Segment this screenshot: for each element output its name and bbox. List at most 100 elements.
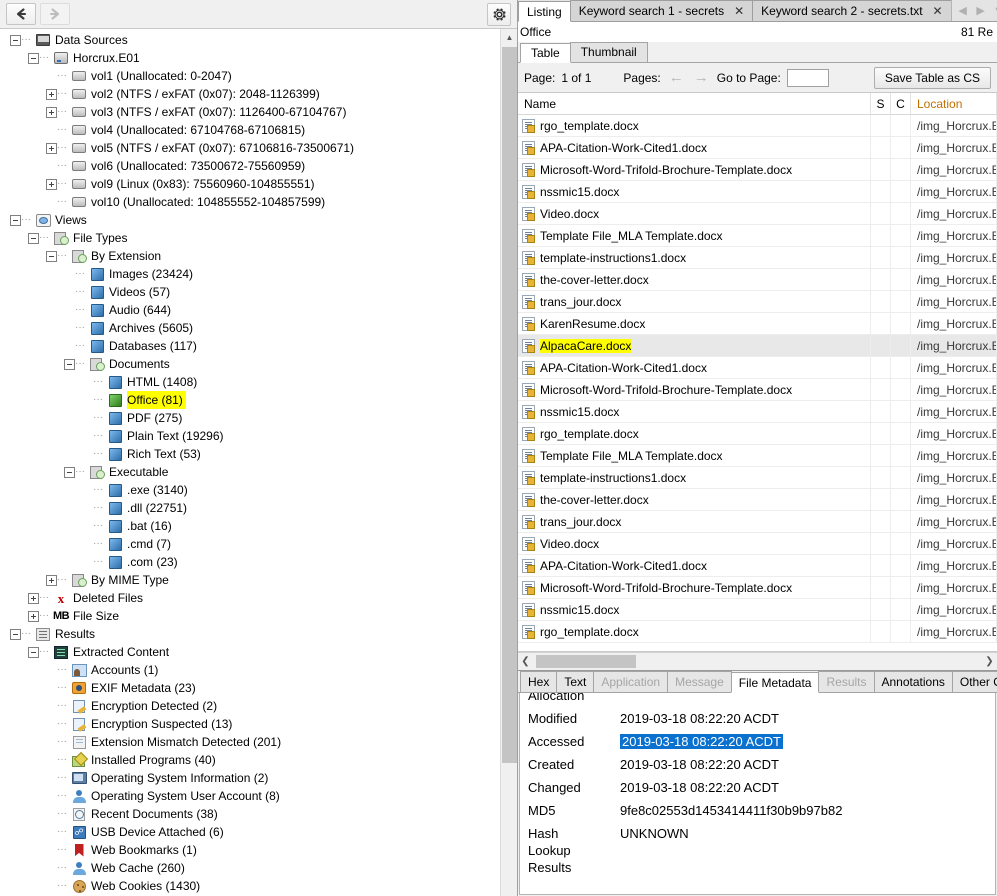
hscroll-right-arrow-icon[interactable]: ❯ — [982, 656, 997, 667]
tree-node[interactable]: ··· Office (81) — [0, 391, 500, 409]
top-tab[interactable]: Listing — [518, 1, 571, 22]
table-row[interactable]: APA-Citation-Work-Cited1.docx/img_Horcru… — [518, 555, 997, 577]
tree-node[interactable]: ··· Horcrux.E01 — [0, 49, 500, 67]
table-row[interactable]: APA-Citation-Work-Cited1.docx/img_Horcru… — [518, 137, 997, 159]
tree-node[interactable]: ··· Databases (117) — [0, 337, 500, 355]
expand-icon[interactable] — [46, 88, 57, 100]
file-table[interactable]: rgo_template.docx/img_Horcrux.E0 APA-Cita… — [518, 115, 997, 652]
scroll-up-arrow-icon[interactable]: ▲ — [501, 29, 517, 46]
tree-node[interactable]: ··· Recent Documents (38) — [0, 805, 500, 823]
tree-node[interactable]: ··· ☍ USB Device Attached (6) — [0, 823, 500, 841]
table-row[interactable]: template-instructions1.docx/img_Horcrux.… — [518, 467, 997, 489]
tree-node[interactable]: ··· Operating System Information (2) — [0, 769, 500, 787]
top-tab[interactable]: Keyword search 1 - secrets ✕ — [569, 0, 754, 21]
tree-node[interactable]: ··· x Deleted Files — [0, 589, 500, 607]
tree-node[interactable]: ··· HTML (1408) — [0, 373, 500, 391]
table-row[interactable]: the-cover-letter.docx/img_Horcrux.E0 — [518, 269, 997, 291]
tree-node[interactable]: ··· vol6 (Unallocated: 73500672-75560959) — [0, 157, 500, 175]
tree-node[interactable]: ··· .cmd (7) — [0, 535, 500, 553]
tree-node[interactable]: ··· By Extension — [0, 247, 500, 265]
table-row[interactable]: Microsoft-Word-Trifold-Brochure-Template… — [518, 379, 997, 401]
tree-node[interactable]: ··· .exe (3140) — [0, 481, 500, 499]
next-page-arrow-icon[interactable]: → — [692, 69, 711, 86]
tree-node[interactable]: ··· Executable — [0, 463, 500, 481]
column-header-c[interactable]: C — [891, 93, 911, 114]
tree-node[interactable]: ··· .bat (16) — [0, 517, 500, 535]
viewer-tab-file-metadata[interactable]: File Metadata — [730, 672, 820, 693]
prev-page-arrow-icon[interactable]: ← — [667, 69, 686, 86]
viewer-tab-other-occurrences[interactable]: Other Occurrences — [951, 671, 997, 692]
table-row[interactable]: Video.docx/img_Horcrux.E0 — [518, 533, 997, 555]
collapse-icon[interactable] — [64, 466, 75, 478]
expand-icon[interactable] — [46, 178, 57, 190]
tree-node[interactable]: ··· Accounts (1) — [0, 661, 500, 679]
tree-node[interactable]: ··· .com (23) — [0, 553, 500, 571]
hscroll-thumb[interactable] — [536, 655, 636, 668]
expand-icon[interactable] — [46, 574, 57, 586]
settings-button[interactable] — [487, 3, 511, 26]
tree-node[interactable]: ··· Web Cache (260) — [0, 859, 500, 877]
collapse-icon[interactable] — [64, 358, 75, 370]
tree-node[interactable]: ··· Views — [0, 211, 500, 229]
tree-node[interactable]: ··· Web Cookies (1430) — [0, 877, 500, 895]
table-row[interactable]: AlpacaCare.docx/img_Horcrux.E0 — [518, 335, 997, 357]
tree-node[interactable]: ··· vol10 (Unallocated: 104855552-1048575… — [0, 193, 500, 211]
tree-node[interactable]: ··· Documents — [0, 355, 500, 373]
scroll-thumb[interactable] — [502, 47, 517, 763]
collapse-icon[interactable] — [10, 34, 21, 46]
table-row[interactable]: APA-Citation-Work-Cited1.docx/img_Horcru… — [518, 357, 997, 379]
tree-node[interactable]: ··· By MIME Type — [0, 571, 500, 589]
collapse-icon[interactable] — [46, 250, 57, 262]
tab-next-arrow-icon[interactable]: ▶ — [972, 4, 990, 17]
tree-node[interactable]: ··· vol9 (Linux (0x83): 75560960-10485555… — [0, 175, 500, 193]
tree-node[interactable]: ··· Encryption Suspected (13) — [0, 715, 500, 733]
view-tab-table[interactable]: Table — [520, 43, 571, 63]
table-row[interactable]: trans_jour.docx/img_Horcrux.E0 — [518, 511, 997, 533]
table-row[interactable]: nssmic15.docx/img_Horcrux.E0 — [518, 401, 997, 423]
column-header-name[interactable]: Name — [518, 93, 871, 114]
tree-node[interactable]: ··· Installed Programs (40) — [0, 751, 500, 769]
expand-icon[interactable] — [46, 106, 57, 118]
tree-node[interactable]: ··· Rich Text (53) — [0, 445, 500, 463]
tree-node[interactable]: ··· vol5 (NTFS / exFAT (0x07): 67106816-7… — [0, 139, 500, 157]
tree-node[interactable]: ··· Archives (5605) — [0, 319, 500, 337]
table-horizontal-scrollbar[interactable]: ❮ ❯ — [518, 652, 997, 670]
table-row[interactable]: rgo_template.docx/img_Horcrux.E0 — [518, 423, 997, 445]
viewer-tab-text[interactable]: Text — [556, 671, 595, 692]
tree-node[interactable]: ··· PDF (275) — [0, 409, 500, 427]
collapse-icon[interactable] — [28, 232, 39, 244]
tree-node[interactable]: ··· Extracted Content — [0, 643, 500, 661]
collapse-icon[interactable] — [28, 52, 39, 64]
expand-icon[interactable] — [46, 142, 57, 154]
table-row[interactable]: nssmic15.docx/img_Horcrux.E0 — [518, 599, 997, 621]
tree-node[interactable]: ··· vol4 (Unallocated: 67104768-67106815) — [0, 121, 500, 139]
table-row[interactable]: Video.docx/img_Horcrux.E0 — [518, 203, 997, 225]
tree-node[interactable]: ··· File Types — [0, 229, 500, 247]
table-row[interactable]: Microsoft-Word-Trifold-Brochure-Template… — [518, 159, 997, 181]
hscroll-left-arrow-icon[interactable]: ❮ — [518, 656, 533, 667]
viewer-tab-annotations[interactable]: Annotations — [873, 671, 953, 692]
collapse-icon[interactable] — [10, 214, 21, 226]
close-icon[interactable]: ✕ — [734, 1, 744, 21]
tree-node[interactable]: ··· EXIF Metadata (23) — [0, 679, 500, 697]
table-row[interactable]: trans_jour.docx/img_Horcrux.E0 — [518, 291, 997, 313]
tree-node[interactable]: ··· Data Sources — [0, 31, 500, 49]
back-button[interactable] — [6, 3, 36, 25]
column-header-s[interactable]: S — [871, 93, 891, 114]
tree-node[interactable]: ··· Audio (644) — [0, 301, 500, 319]
table-row[interactable]: Template File_MLA Template.docx/img_Horc… — [518, 225, 997, 247]
tree-node[interactable]: ··· MB File Size — [0, 607, 500, 625]
table-row[interactable]: Microsoft-Word-Trifold-Brochure-Template… — [518, 577, 997, 599]
tree-node[interactable]: ··· Videos (57) — [0, 283, 500, 301]
save-table-as-csv-button[interactable]: Save Table as CS — [873, 66, 991, 89]
tab-prev-arrow-icon[interactable]: ◀ — [954, 4, 972, 17]
tree-node[interactable]: ··· vol2 (NTFS / exFAT (0x07): 2048-11263… — [0, 85, 500, 103]
tree-node[interactable]: ··· Plain Text (19296) — [0, 427, 500, 445]
tree-node[interactable]: ··· Web Bookmarks (1) — [0, 841, 500, 859]
tree-vertical-scrollbar[interactable]: ▲ — [500, 29, 517, 896]
column-header-location[interactable]: Location — [911, 93, 997, 114]
goto-page-input[interactable] — [786, 68, 829, 87]
top-tab[interactable]: Keyword search 2 - secrets.txt ✕ — [752, 0, 952, 21]
data-sources-tree[interactable]: ··· Data Sources ··· Horcrux.E01 ··· vol1 (Un… — [0, 29, 500, 896]
tab-menu-arrow-icon[interactable]: ▼ — [990, 5, 997, 17]
